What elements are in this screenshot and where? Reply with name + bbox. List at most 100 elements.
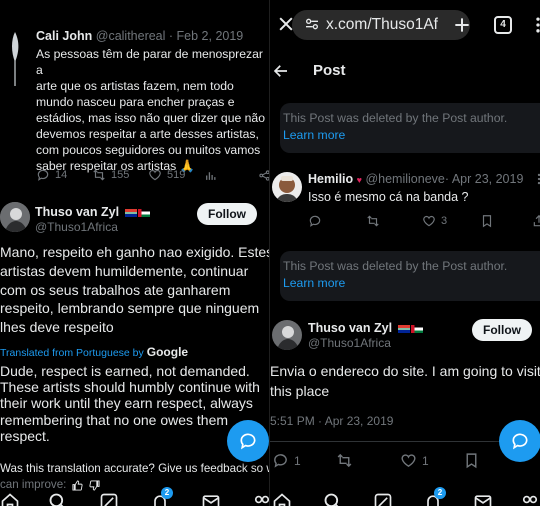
tweet-author-handle[interactable]: @Thuso1Africa	[35, 220, 118, 234]
google-logo: Google	[146, 345, 189, 359]
flag-icons	[397, 324, 423, 333]
quoted-line: com poucos seguidores ou muitos vamos	[36, 143, 261, 157]
main-author-row: Thuso van Zyl	[308, 321, 423, 335]
heart-icon	[149, 169, 161, 181]
notification-badge: 2	[434, 487, 446, 499]
like-action[interactable]: 519	[148, 168, 185, 182]
like-action[interactable]: 1	[400, 452, 429, 469]
quoted-line: mundo nasceu para encher praças e	[36, 95, 235, 109]
thumbs-down-icon[interactable]	[89, 479, 100, 491]
new-post-fab[interactable]	[227, 420, 269, 462]
reply-more-icon[interactable]	[532, 172, 540, 186]
retweet-icon[interactable]	[336, 452, 353, 469]
follow-button[interactable]: Follow	[472, 319, 532, 341]
bookmark-icon[interactable]	[463, 452, 480, 469]
learn-more-link[interactable]: Learn more	[283, 128, 345, 142]
author-avatar-leaf-icon[interactable]	[6, 28, 24, 88]
tweet-body: Mano, respeito eh ganho nao exigido. Est…	[0, 243, 270, 337]
main-tweet-actions: 1 1	[270, 452, 540, 470]
tweet-line: com os seus trabalhos ate ganharem	[0, 281, 231, 298]
deleted-post-notice: This Post was deleted by the Post author…	[280, 251, 540, 301]
tab-switcher[interactable]: 4	[494, 16, 512, 34]
avatar-photo	[272, 172, 302, 202]
search-icon[interactable]	[48, 492, 68, 506]
translation-feedback: Was this translation accurate? Give us f…	[0, 461, 270, 493]
new-tab-plus-icon[interactable]	[452, 15, 472, 35]
retweet-icon	[93, 169, 105, 181]
quoted-date: · Feb 2, 2019	[168, 29, 244, 43]
main-author-name[interactable]: Thuso van Zyl	[308, 321, 392, 335]
home-icon[interactable]	[0, 492, 20, 506]
grok-icon[interactable]	[373, 492, 393, 506]
url-text[interactable]: x.com/Thuso1Af	[326, 16, 438, 34]
right-screenshot-pane: x.com/Thuso1Af 4 Post This Post was dele…	[270, 0, 540, 506]
quoted-line: estádios, mas isso não quer dizer que nã…	[36, 111, 265, 125]
messages-icon[interactable]	[201, 492, 221, 506]
reply-author-name[interactable]: Hemilio	[308, 172, 353, 186]
quoted-tweet-header: Cali John @calithereal · Feb 2, 2019	[36, 29, 243, 43]
new-post-fab[interactable]	[499, 420, 540, 462]
main-tweet-body: Envia o endereco do site. I am going to …	[270, 362, 540, 401]
left-screenshot-pane: Cali John @calithereal · Feb 2, 2019 As …	[0, 0, 270, 506]
notification-badge: 2	[161, 487, 173, 499]
quoted-line: As pessoas têm de parar de menosprezar a	[36, 47, 263, 77]
browser-menu-icon[interactable]	[528, 15, 540, 35]
heart-icon	[423, 215, 435, 227]
translation-line: Dude, respect is earned, not demanded.	[0, 363, 250, 379]
translation-line: These artists should humbly continue wit…	[0, 379, 260, 396]
author-avatar[interactable]	[0, 202, 30, 232]
like-action[interactable]: 3	[422, 214, 447, 228]
communities-icon[interactable]	[520, 492, 540, 506]
communities-icon[interactable]	[252, 492, 270, 506]
thumbs-up-icon[interactable]	[72, 479, 83, 491]
page-title: Post	[313, 62, 346, 79]
palestine-flag-icon	[137, 208, 150, 217]
quoted-tweet-body: As pessoas têm de parar de menosprezar a…	[36, 46, 268, 174]
reply-author-avatar[interactable]	[272, 172, 302, 202]
south-africa-flag-icon	[124, 208, 137, 217]
south-africa-flag-icon	[397, 324, 410, 333]
main-tweet-timestamp[interactable]: 5:51 PM · Apr 23, 2019	[270, 414, 393, 428]
grok-icon[interactable]	[99, 492, 119, 506]
like-count: 519	[167, 169, 186, 181]
reply-count: 14	[55, 169, 68, 181]
reply-action[interactable]: 14	[36, 168, 67, 182]
translation-attribution[interactable]: Translated from Portuguese by Google	[0, 345, 188, 359]
reply-icon[interactable]	[308, 214, 322, 228]
back-arrow-icon[interactable]	[272, 62, 290, 80]
learn-more-link[interactable]: Learn more	[283, 276, 345, 290]
heart-emoji-icon: ♥	[356, 175, 362, 185]
follow-button[interactable]: Follow	[197, 203, 257, 225]
quoted-author-name[interactable]: Cali John	[36, 29, 92, 43]
site-settings-icon[interactable]	[304, 16, 320, 32]
tweet-author-name[interactable]: Thuso van Zyl	[35, 205, 119, 219]
avatar-photo	[272, 320, 302, 350]
share-icon[interactable]	[532, 214, 540, 228]
main-author-handle[interactable]: @Thuso1Africa	[308, 336, 391, 350]
retweet-icon[interactable]	[366, 214, 380, 228]
main-author-avatar[interactable]	[272, 320, 302, 350]
reply-count: 1	[294, 453, 301, 468]
home-icon[interactable]	[272, 492, 292, 506]
quoted-line: arte que os artistas fazem, nem todo	[36, 79, 234, 93]
messages-icon[interactable]	[473, 492, 493, 506]
tweet-line: artistas devem humildemente, continuar	[0, 262, 249, 279]
views-icon[interactable]	[204, 169, 217, 182]
like-count: 1	[422, 453, 429, 468]
reply-author-handle[interactable]: @hemilioneve·	[365, 172, 449, 186]
bookmark-icon[interactable]	[480, 214, 494, 228]
quoted-line: devemos respeitar a arte desses artistas…	[36, 127, 259, 141]
retweet-action[interactable]: 155	[92, 168, 129, 182]
quoted-tweet[interactable]: Cali John @calithereal · Feb 2, 2019 As …	[0, 0, 270, 196]
tweet-line: Mano, respeito eh ganho nao exigido. Est…	[0, 244, 270, 260]
avatar-photo	[0, 202, 30, 232]
search-icon[interactable]	[323, 492, 343, 506]
reply-action[interactable]: 1	[272, 452, 301, 469]
browser-toolbar: x.com/Thuso1Af 4	[270, 0, 540, 50]
reply-icon	[274, 454, 287, 468]
translation-line: their work until they earn respect, alwa…	[0, 395, 253, 412]
message-bubble-icon	[512, 433, 528, 450]
quoted-tweet-actions: 14 155 519	[36, 168, 270, 184]
tweet-line: respeito, lembrando sempre que ninguem	[0, 300, 260, 317]
quoted-author-handle[interactable]: @calithereal	[96, 29, 166, 43]
